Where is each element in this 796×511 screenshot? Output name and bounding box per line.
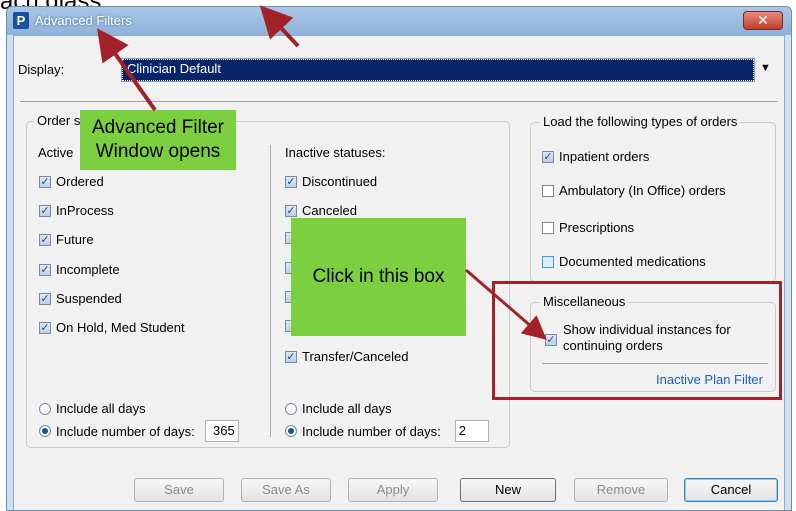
arrow-to-checkbox — [465, 268, 547, 340]
arrow-to-title-center — [259, 5, 300, 48]
annotation-arrows — [97, 5, 547, 340]
arrow-to-title-left — [97, 28, 157, 112]
